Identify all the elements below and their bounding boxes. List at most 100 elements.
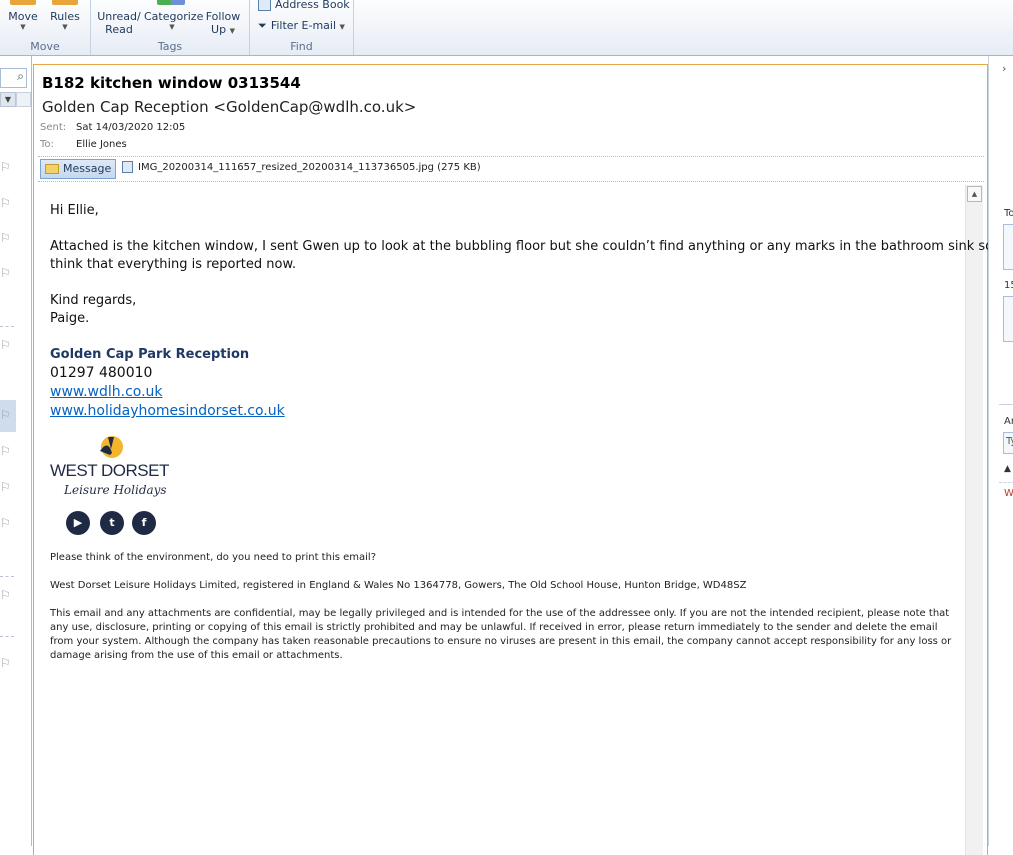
rules-label: Rules (50, 10, 80, 23)
youtube-icon[interactable]: ▶ (66, 511, 90, 535)
company-registration-note: West Dorset Leisure Holidays Limited, re… (50, 580, 747, 591)
divider (999, 482, 1013, 483)
sort-toggle[interactable] (16, 92, 31, 107)
move-label: Move (8, 10, 38, 23)
flag-icon[interactable]: ⚐ (0, 516, 11, 530)
tags-group-label: Tags (157, 40, 183, 53)
move-group: Move ▼ Rules ▼ Move (0, 0, 91, 55)
image-file-icon (122, 161, 133, 173)
flag-icon[interactable]: ⚐ (0, 444, 11, 458)
rules-button[interactable]: Rules ▼ (48, 10, 82, 31)
envelope-icon (45, 164, 59, 174)
todo-label-1: To (1004, 208, 1013, 219)
flag-icon[interactable]: ⚐ (0, 338, 11, 352)
logo-text-line1: WEST DORSET (50, 461, 169, 480)
attachment-bar: Message IMG_20200314_111657_resized_2020… (38, 156, 984, 182)
scroll-up-arrow-icon[interactable]: ▲ (967, 186, 982, 202)
twitter-icon[interactable]: t (100, 511, 124, 535)
divider (0, 636, 14, 637)
ribbon: Move ▼ Rules ▼ Move Unread/ Read Categor… (0, 0, 1013, 56)
reading-pane: B182 kitchen window 0313544 Golden Cap R… (33, 64, 1001, 855)
flag-icon[interactable]: ⚐ (0, 231, 11, 245)
message-list-strip: ⌕ ▼ ⚐ ⚐ ⚐ ⚐ ⚐ ⚐ ⚐ ⚐ ⚐ ⚐ ⚐ (0, 56, 32, 846)
categorize-icon (157, 0, 185, 5)
address-book-label: Address Book (275, 0, 350, 11)
move-icon (10, 0, 36, 5)
facebook-icon[interactable]: f (132, 511, 156, 535)
signature-link-wdlh[interactable]: www.wdlh.co.uk (50, 383, 163, 402)
find-group-label: Find (290, 40, 313, 53)
flag-icon[interactable]: ⚐ (0, 266, 11, 280)
flag-icon[interactable]: ⚐ (0, 588, 11, 602)
attachment-name: IMG_20200314_111657_resized_20200314_113… (138, 162, 481, 173)
address-book-button[interactable]: Address Book (258, 0, 350, 11)
flag-icon[interactable]: ⚐ (0, 656, 11, 670)
move-button[interactable]: Move ▼ (6, 10, 40, 31)
message-subject: B182 kitchen window 0313544 (42, 74, 301, 92)
unread-label-1: Unread/ (97, 10, 141, 23)
follow-label-1: Follow (205, 10, 241, 23)
body-line-2: think that everything is reported now. (50, 257, 297, 272)
message-from[interactable]: Golden Cap Reception <GoldenCap@wdlh.co.… (42, 98, 416, 116)
company-logo: WEST DORSET Leisure Holidays (50, 431, 180, 499)
logo-text-line2: Leisure Holidays (64, 483, 167, 497)
todo-label-2: 15 (1004, 280, 1013, 291)
arrange-input[interactable]: Ty (1003, 432, 1013, 454)
divider (999, 404, 1013, 405)
todo-calendar-box[interactable] (1003, 296, 1013, 342)
filter-email-label: Filter E-mail (270, 19, 337, 32)
rules-icon (52, 0, 78, 5)
unread-read-button[interactable]: Unread/ Read (95, 10, 143, 36)
message-tab-label: Message (63, 162, 112, 175)
todo-calendar-box[interactable] (1003, 224, 1013, 270)
chevron-right-icon[interactable]: › (1002, 62, 1006, 75)
divider (0, 576, 14, 577)
confidentiality-disclaimer: This email and any attachments are confi… (50, 608, 952, 661)
search-icon: ⌕ (17, 69, 24, 83)
categorize-button[interactable]: Categorize ▼ (144, 10, 204, 31)
expand-arrow-icon[interactable]: ▲ (1004, 464, 1011, 474)
todo-label-3: Ar (1004, 416, 1013, 427)
flag-icon[interactable]: ⚐ (0, 408, 11, 422)
filter-icon: ⏷ (258, 19, 267, 32)
move-group-label: Move (30, 40, 60, 53)
to-label: To: (40, 139, 54, 150)
body-line-1: Attached is the kitchen window, I sent G… (50, 239, 1002, 254)
vertical-scrollbar[interactable]: ▲ (965, 185, 983, 855)
tags-group: Unread/ Read Categorize ▼ Follow Up ▼ Ta… (91, 0, 250, 55)
todo-pane: › To 15 Ar Ty ▲ W (988, 56, 1013, 846)
greeting: Hi Ellie, (50, 203, 99, 218)
dropdown-arrow-icon: ▼ (339, 23, 345, 31)
dropdown-arrow-icon: ▼ (62, 23, 68, 31)
attachment-file[interactable]: IMG_20200314_111657_resized_20200314_113… (122, 160, 481, 176)
dropdown-arrow-icon: ▼ (20, 23, 26, 31)
sent-label: Sent: (40, 122, 67, 133)
message-tab[interactable]: Message (40, 159, 117, 179)
type-label: Ty (1006, 436, 1013, 447)
search-input[interactable]: ⌕ (0, 68, 27, 88)
chevron-down-icon: ▼ (4, 95, 12, 104)
follow-up-button[interactable]: Follow Up ▼ (203, 10, 243, 38)
signature-name: Golden Cap Park Reception (50, 347, 250, 362)
flag-icon[interactable]: ⚐ (0, 480, 11, 494)
to-value[interactable]: Ellie Jones (76, 139, 127, 150)
signature-link-holidayhomes[interactable]: www.holidayhomesindorset.co.uk (50, 402, 285, 421)
filter-email-button[interactable]: ⏷ Filter E-mail ▼ (258, 19, 345, 33)
sort-dropdown[interactable]: ▼ (0, 92, 16, 107)
categorize-label: Categorize (144, 10, 204, 23)
flag-icon[interactable]: ⚐ (0, 196, 11, 210)
to-row: To: Ellie Jones (40, 139, 127, 150)
dropdown-arrow-icon: ▼ (169, 23, 175, 31)
environment-note: Please think of the environment, do you … (50, 552, 376, 563)
address-book-icon (258, 0, 271, 11)
unread-label-2: Read (105, 23, 133, 36)
divider (0, 326, 14, 327)
flag-icon[interactable]: ⚐ (0, 160, 11, 174)
dropdown-arrow-icon: ▼ (229, 27, 235, 35)
todo-label-5: W (1004, 488, 1013, 499)
follow-label-2: Up (211, 23, 227, 36)
sent-row: Sent: Sat 14/03/2020 12:05 (40, 122, 185, 133)
closing-line-2: Paige. (50, 311, 90, 326)
closing-line-1: Kind regards, (50, 293, 137, 308)
sent-value: Sat 14/03/2020 12:05 (76, 122, 186, 133)
